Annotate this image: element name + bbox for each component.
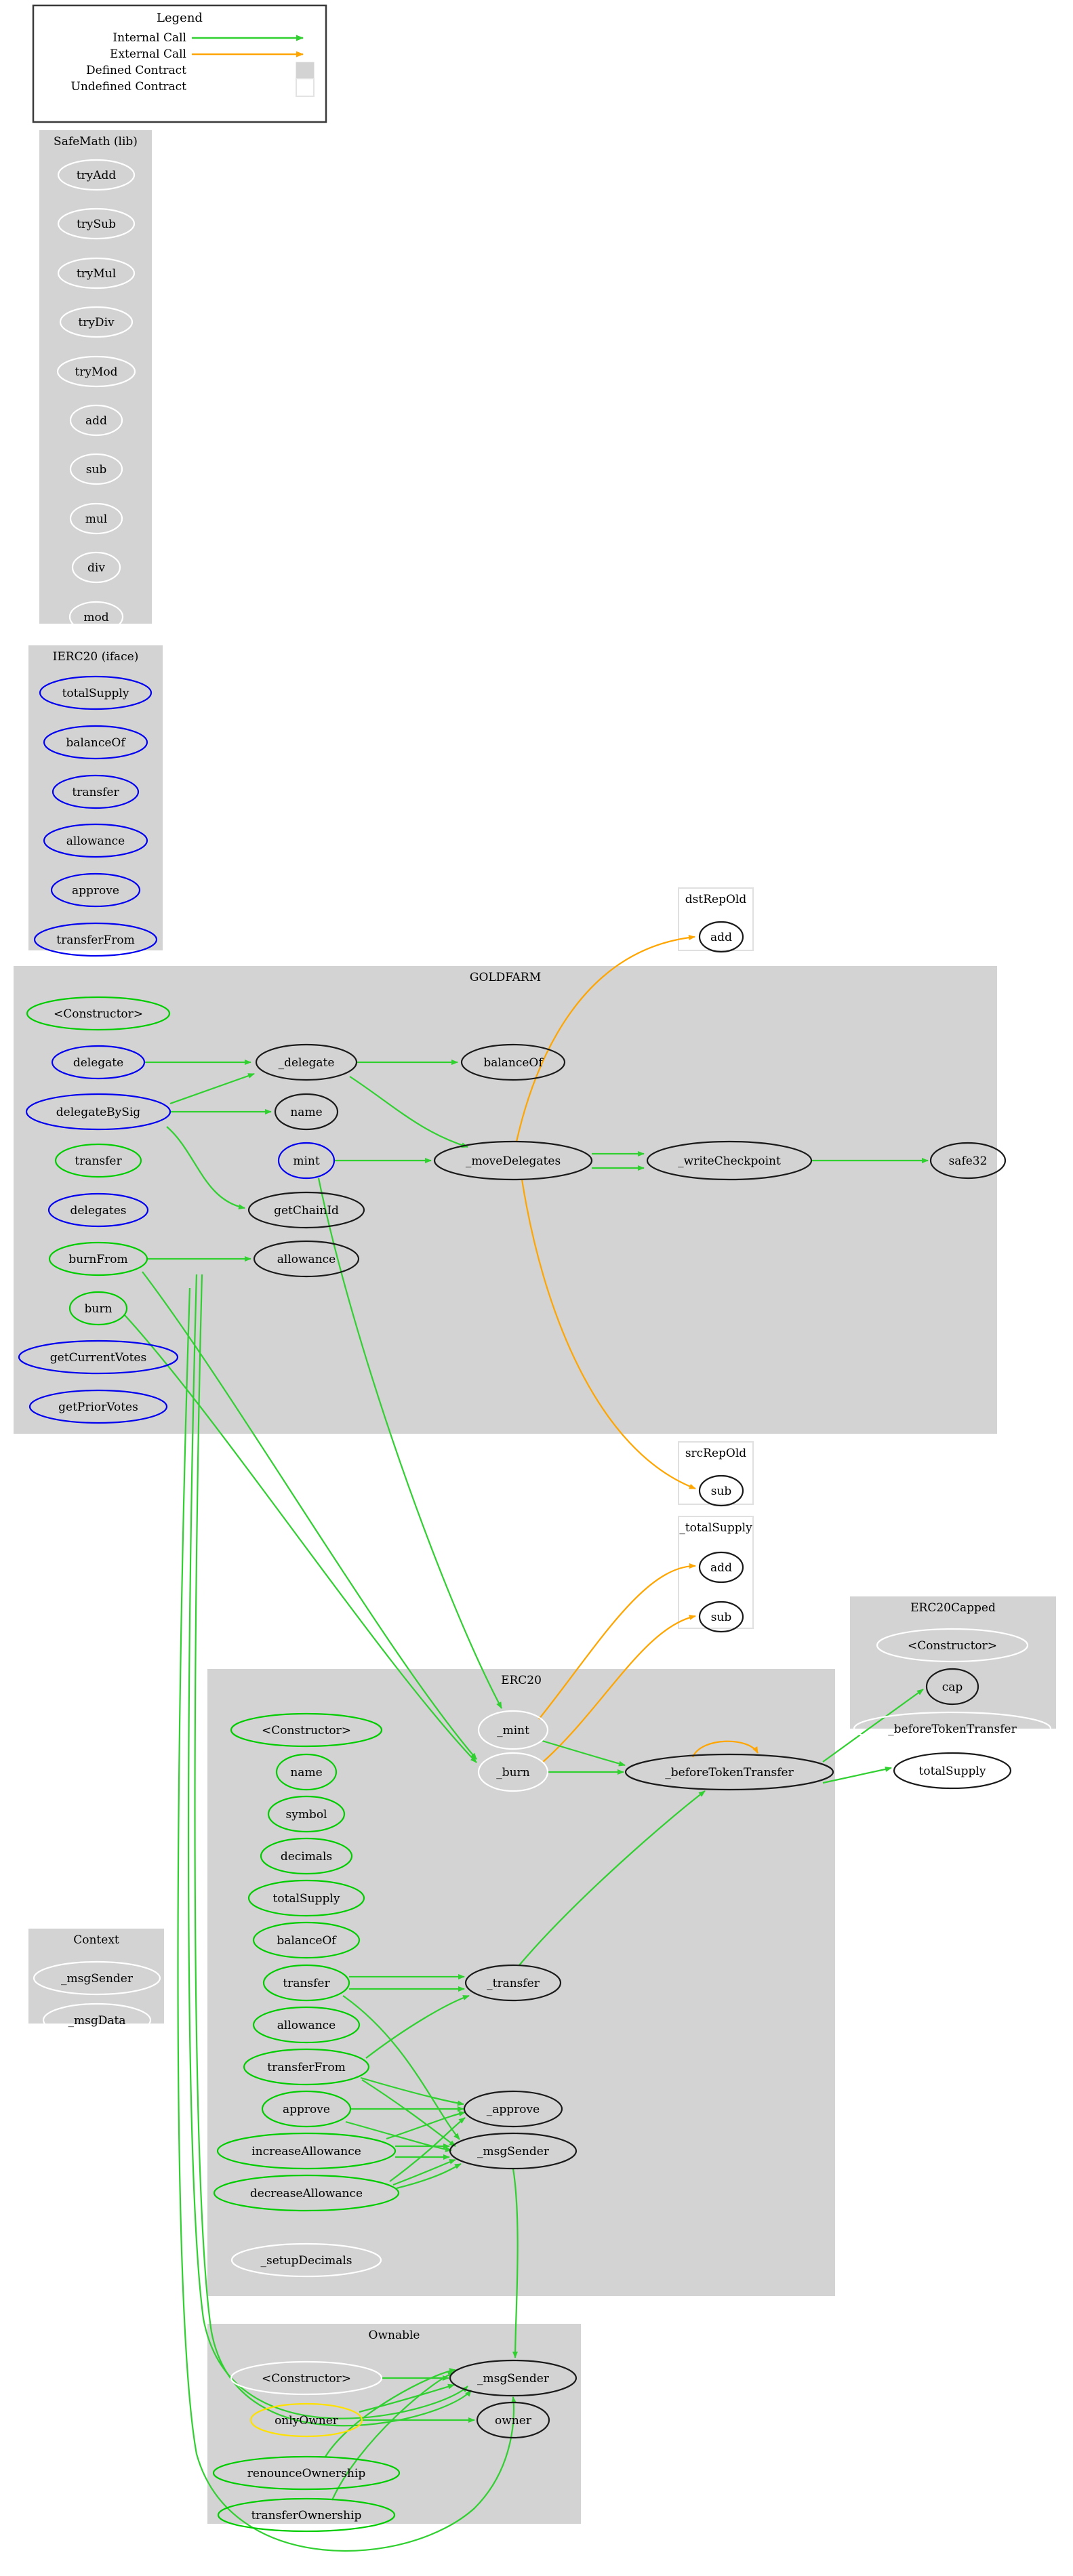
legend-title: Legend [157, 11, 203, 25]
node-label: totalSupply [919, 1765, 986, 1778]
node-label: sub [86, 463, 107, 477]
solidity-call-graph: SafeMath (lib) IERC20 (iface) dstRepOld GOL… [14, 130, 1056, 2552]
node-label: transfer [75, 1154, 122, 1168]
cluster-background [850, 1596, 1056, 1729]
node-label: transferFrom [267, 2061, 346, 2074]
node-label: _msgSender [61, 1972, 134, 1986]
node-label: getPriorVotes [58, 1401, 138, 1414]
node-label: increaseAllowance [251, 2145, 361, 2158]
legend-label: Defined Contract [86, 64, 186, 77]
node-label: decimals [281, 1850, 332, 1864]
node-label: totalSupply [62, 687, 129, 700]
node-label: allowance [277, 2019, 336, 2032]
node-label: onlyOwner [275, 2414, 339, 2428]
node-label: tryAdd [77, 169, 117, 182]
node-label: _moveDelegates [466, 1154, 561, 1168]
cluster-goldfarm: GOLDFARM [14, 966, 997, 1434]
legend-label: Internal Call [113, 31, 186, 45]
node-label: _delegate [279, 1056, 335, 1070]
cluster-background [14, 966, 997, 1434]
legend-label: Undefined Contract [71, 80, 187, 94]
cluster-title: Context [73, 1933, 119, 1947]
node-label: transferFrom [56, 933, 135, 947]
node-label: transferOwnership [251, 2509, 362, 2522]
node-label: balanceOf [277, 1934, 337, 1948]
node-label: tryMul [77, 267, 116, 281]
node-label: renounceOwnership [247, 2467, 366, 2480]
node-label: tryDiv [78, 316, 115, 329]
node-label: _writeCheckpoint [678, 1154, 781, 1168]
node-label: tryMod [75, 365, 117, 379]
cluster-title: _totalSupply [679, 1521, 752, 1535]
node-label: add [710, 931, 732, 944]
cluster-title: IERC20 (iface) [53, 650, 139, 664]
cluster-layer: SafeMath (lib) IERC20 (iface) dstRepOld GOL… [14, 130, 1056, 2524]
legend-swatch-undefined [296, 78, 315, 97]
node-label: div [87, 561, 105, 575]
node-label: mod [83, 611, 108, 624]
node-label: sub [711, 1611, 732, 1624]
node-label: decreaseAllowance [250, 2187, 363, 2200]
node-label: totalSupply [273, 1892, 340, 1906]
node-label: delegates [70, 1204, 126, 1217]
call-graph-canvas: SafeMath (lib) IERC20 (iface) dstRepOld GOL… [0, 0, 1073, 2576]
node-label: safe32 [949, 1154, 988, 1168]
node-label: delegate [73, 1056, 123, 1070]
node-label: <Constructor> [262, 2372, 351, 2386]
node-label: burnFrom [68, 1253, 127, 1266]
cluster-title: Ownable [369, 2329, 420, 2342]
node-label: <Constructor> [908, 1639, 997, 1653]
cluster-title: ERC20 [501, 1674, 542, 1687]
node-label: approve [283, 2103, 330, 2116]
node-label: balanceOf [66, 736, 126, 750]
node-label: mul [85, 512, 108, 526]
node-label: approve [72, 884, 119, 898]
cluster-title: GOLDFARM [470, 971, 541, 984]
node-label: owner [495, 2414, 532, 2428]
node-label: <Constructor> [54, 1007, 143, 1021]
node-label: _approve [487, 2103, 540, 2116]
legend-swatch-defined [296, 62, 315, 81]
node-totalsupply[interactable]: totalSupply [893, 1752, 1012, 1790]
node-label: getCurrentVotes [50, 1351, 146, 1365]
node-label: _msgSender [477, 2145, 550, 2158]
node-label: add [85, 414, 107, 428]
cluster-title: dstRepOld [685, 893, 747, 906]
node-label: _beforeTokenTransfer [888, 1723, 1017, 1736]
node-label: allowance [277, 1253, 336, 1266]
node-label: _beforeTokenTransfer [665, 1766, 794, 1779]
node-label: burn [85, 1302, 113, 1316]
node-label: name [290, 1106, 322, 1119]
node-label: _msgData [68, 2014, 126, 2028]
node-label: trySub [77, 218, 116, 231]
legend: Legend Internal Call External Call Defined… [32, 4, 327, 123]
cluster-title: SafeMath (lib) [54, 135, 138, 148]
node-label: cap [942, 1681, 963, 1694]
legend-label: External Call [110, 47, 186, 61]
cluster-erc20capped: ERC20Capped [850, 1596, 1056, 1729]
node-label: symbol [285, 1808, 327, 1822]
node-label: _msgSender [477, 2372, 550, 2386]
node-label: sub [711, 1485, 732, 1498]
node-label: add [710, 1561, 732, 1575]
node-label: delegateBySig [56, 1106, 141, 1119]
node-label: balanceOf [483, 1056, 544, 1070]
node-label: getChainId [274, 1204, 339, 1217]
node-label: _setupDecimals [260, 2254, 352, 2268]
node-label: mint [293, 1154, 320, 1168]
node-label: allowance [66, 834, 125, 848]
node-label: transfer [72, 786, 119, 799]
node-label: <Constructor> [262, 1724, 351, 1737]
node-label: _transfer [487, 1977, 540, 1990]
node-label: _burn [496, 1766, 529, 1779]
node-label: name [290, 1766, 322, 1779]
node-label: _mint [497, 1724, 529, 1737]
cluster-title: srcRepOld [685, 1447, 746, 1460]
node-label: transfer [283, 1977, 330, 1990]
cluster-title: ERC20Capped [910, 1601, 996, 1615]
